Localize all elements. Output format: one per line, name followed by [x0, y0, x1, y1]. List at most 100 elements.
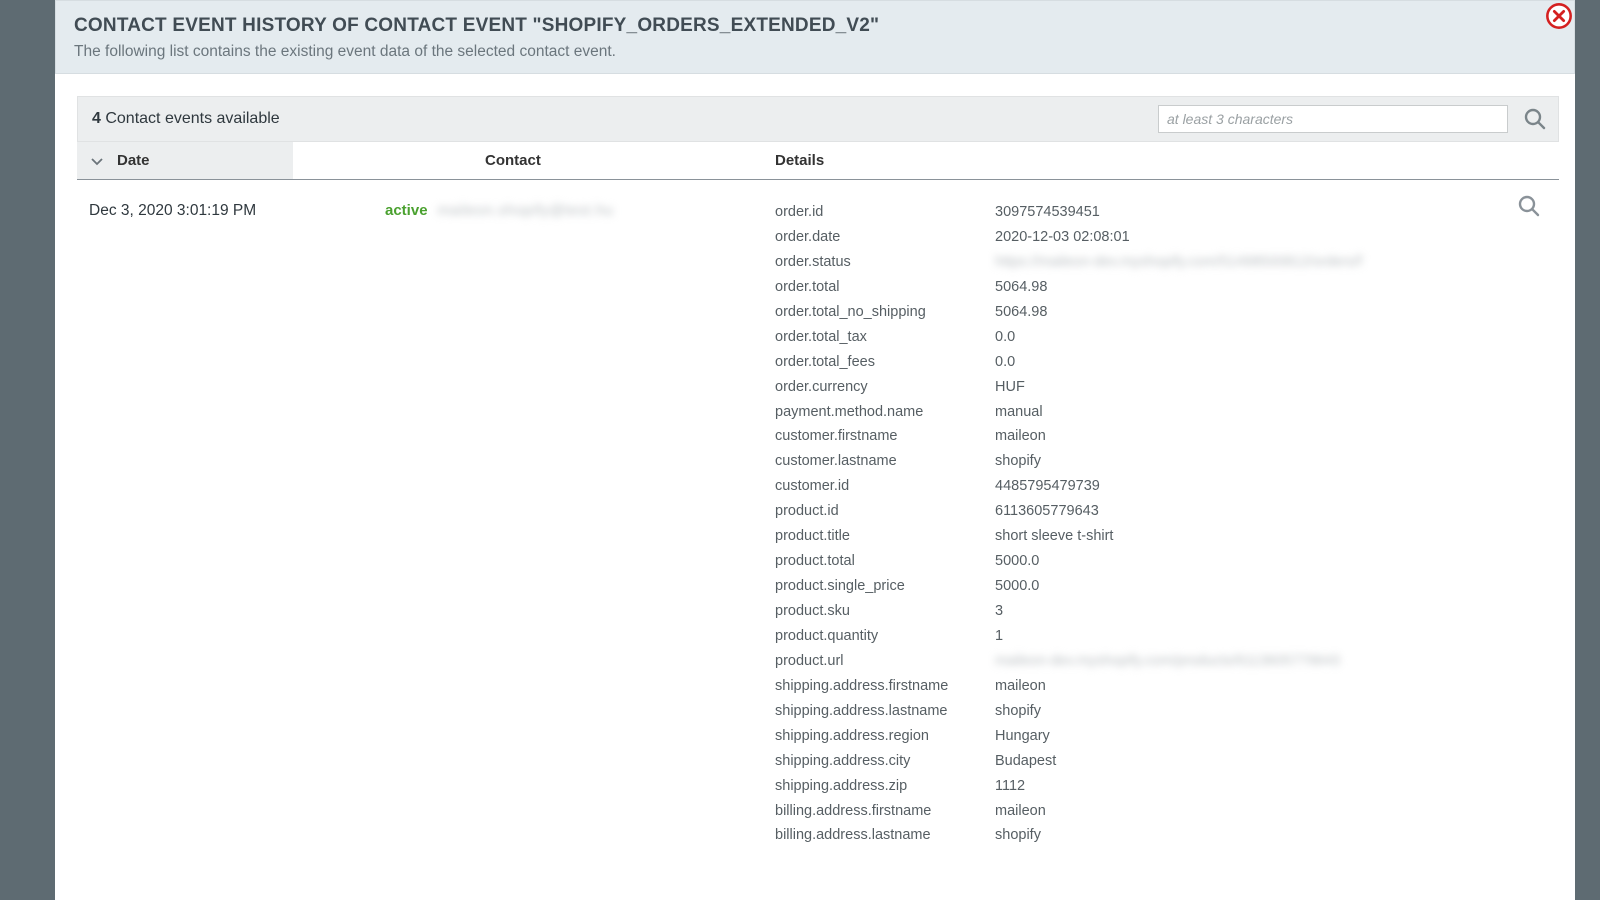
detail-value: shopify	[995, 699, 1551, 724]
detail-value: short sleeve t-shirt	[995, 524, 1551, 549]
detail-key: order.total_tax	[775, 325, 995, 350]
detail-row: shipping.address.zip1112	[775, 774, 1551, 799]
modal-dialog: CONTACT EVENT HISTORY OF CONTACT EVENT "…	[55, 0, 1575, 900]
detail-key: order.total	[775, 275, 995, 300]
detail-key: billing.address.lastname	[775, 823, 995, 848]
detail-row: order.total_fees0.0	[775, 350, 1551, 375]
detail-key: payment.method.name	[775, 400, 995, 425]
detail-key: product.title	[775, 524, 995, 549]
detail-value: HUF	[995, 375, 1551, 400]
detail-key: order.total_no_shipping	[775, 300, 995, 325]
detail-key: customer.lastname	[775, 449, 995, 474]
event-count-number: 4	[92, 110, 101, 127]
detail-row: product.quantity1	[775, 624, 1551, 649]
detail-value: manual	[995, 400, 1551, 425]
detail-value: Hungary	[995, 724, 1551, 749]
chevron-down-icon	[89, 153, 105, 169]
search-input[interactable]	[1158, 105, 1508, 133]
status-badge: active	[385, 202, 428, 219]
dialog-header: CONTACT EVENT HISTORY OF CONTACT EVENT "…	[55, 0, 1575, 74]
contact-email: maileon.shopify@test.hu	[438, 202, 614, 219]
detail-value: 4485795479739	[995, 474, 1551, 499]
detail-row: product.titleshort sleeve t-shirt	[775, 524, 1551, 549]
row-search-button[interactable]	[1517, 194, 1541, 223]
detail-row: product.single_price5000.0	[775, 574, 1551, 599]
detail-key: product.sku	[775, 599, 995, 624]
detail-row: billing.address.lastnameshopify	[775, 823, 1551, 848]
detail-key: order.total_fees	[775, 350, 995, 375]
detail-value: 0.0	[995, 325, 1551, 350]
detail-key: shipping.address.firstname	[775, 674, 995, 699]
detail-row: payment.method.namemanual	[775, 400, 1551, 425]
detail-key: product.url	[775, 649, 995, 674]
dialog-title: CONTACT EVENT HISTORY OF CONTACT EVENT "…	[74, 15, 1556, 37]
detail-row: customer.firstnamemaileon	[775, 424, 1551, 449]
detail-key: order.id	[775, 200, 995, 225]
detail-row: product.urlmaileon-dev.myshopify.com/pro…	[775, 649, 1551, 674]
detail-key: order.currency	[775, 375, 995, 400]
detail-row: order.total_tax0.0	[775, 325, 1551, 350]
col-contact-header[interactable]: Contact	[477, 142, 767, 179]
search-icon	[1523, 107, 1547, 131]
detail-row: order.date2020-12-03 02:08:01	[775, 225, 1551, 250]
detail-row: product.id6113605779643	[775, 499, 1551, 524]
detail-row: order.total5064.98	[775, 275, 1551, 300]
cell-date: Dec 3, 2020 3:01:19 PM	[77, 192, 377, 858]
detail-value: maileon	[995, 424, 1551, 449]
table-row: Dec 3, 2020 3:01:19 PM active maileon.sh…	[77, 180, 1559, 858]
table-header: Date Contact Details	[77, 142, 1559, 180]
events-table: Date Contact Details Dec 3, 2020 3:01:19…	[77, 142, 1559, 858]
detail-value: shopify	[995, 449, 1551, 474]
detail-key: product.single_price	[775, 574, 995, 599]
detail-value: 6113605779643	[995, 499, 1551, 524]
dialog-body: 4 Contact events available Date	[55, 74, 1575, 858]
detail-value: https://maileon-dev.myshopify.com/514985…	[995, 250, 1551, 275]
detail-key: order.status	[775, 250, 995, 275]
close-icon	[1545, 2, 1573, 30]
toolbar: 4 Contact events available	[77, 96, 1559, 142]
close-button[interactable]	[1545, 2, 1573, 30]
detail-row: shipping.address.firstnamemaileon	[775, 674, 1551, 699]
col-details-header[interactable]: Details	[767, 142, 1559, 179]
detail-key: product.total	[775, 549, 995, 574]
search-button[interactable]	[1522, 106, 1548, 132]
detail-key: product.quantity	[775, 624, 995, 649]
detail-row: order.statushttps://maileon-dev.myshopif…	[775, 250, 1551, 275]
detail-value: maileon-dev.myshopify.com/products/61136…	[995, 649, 1551, 674]
detail-key: customer.firstname	[775, 424, 995, 449]
detail-row: shipping.address.cityBudapest	[775, 749, 1551, 774]
detail-row: order.currencyHUF	[775, 375, 1551, 400]
detail-key: order.date	[775, 225, 995, 250]
detail-value: 5000.0	[995, 574, 1551, 599]
cell-contact: active maileon.shopify@test.hu	[377, 192, 767, 858]
detail-row: product.total5000.0	[775, 549, 1551, 574]
detail-key: shipping.address.zip	[775, 774, 995, 799]
detail-value: shopify	[995, 823, 1551, 848]
cell-details: order.id3097574539451order.date2020-12-0…	[767, 192, 1559, 858]
detail-key: customer.id	[775, 474, 995, 499]
detail-key: shipping.address.city	[775, 749, 995, 774]
detail-value: 5064.98	[995, 300, 1551, 325]
detail-key: shipping.address.region	[775, 724, 995, 749]
detail-value: 5064.98	[995, 275, 1551, 300]
detail-key: billing.address.firstname	[775, 799, 995, 824]
event-count: 4 Contact events available	[92, 110, 280, 128]
detail-row: billing.address.firstnamemaileon	[775, 799, 1551, 824]
detail-value: 5000.0	[995, 549, 1551, 574]
detail-value: Budapest	[995, 749, 1551, 774]
detail-row: shipping.address.lastnameshopify	[775, 699, 1551, 724]
detail-value: 1	[995, 624, 1551, 649]
detail-row: shipping.address.regionHungary	[775, 724, 1551, 749]
search-wrap	[1158, 105, 1548, 133]
detail-value: 3	[995, 599, 1551, 624]
detail-row: customer.id4485795479739	[775, 474, 1551, 499]
detail-value: maileon	[995, 674, 1551, 699]
detail-row: product.sku3	[775, 599, 1551, 624]
detail-value: 1112	[995, 774, 1551, 799]
detail-value: 2020-12-03 02:08:01	[995, 225, 1551, 250]
col-date-header[interactable]: Date	[77, 142, 293, 179]
detail-key: shipping.address.lastname	[775, 699, 995, 724]
detail-value: 3097574539451	[995, 200, 1551, 225]
detail-value: 0.0	[995, 350, 1551, 375]
dialog-subtitle: The following list contains the existing…	[74, 43, 1556, 61]
